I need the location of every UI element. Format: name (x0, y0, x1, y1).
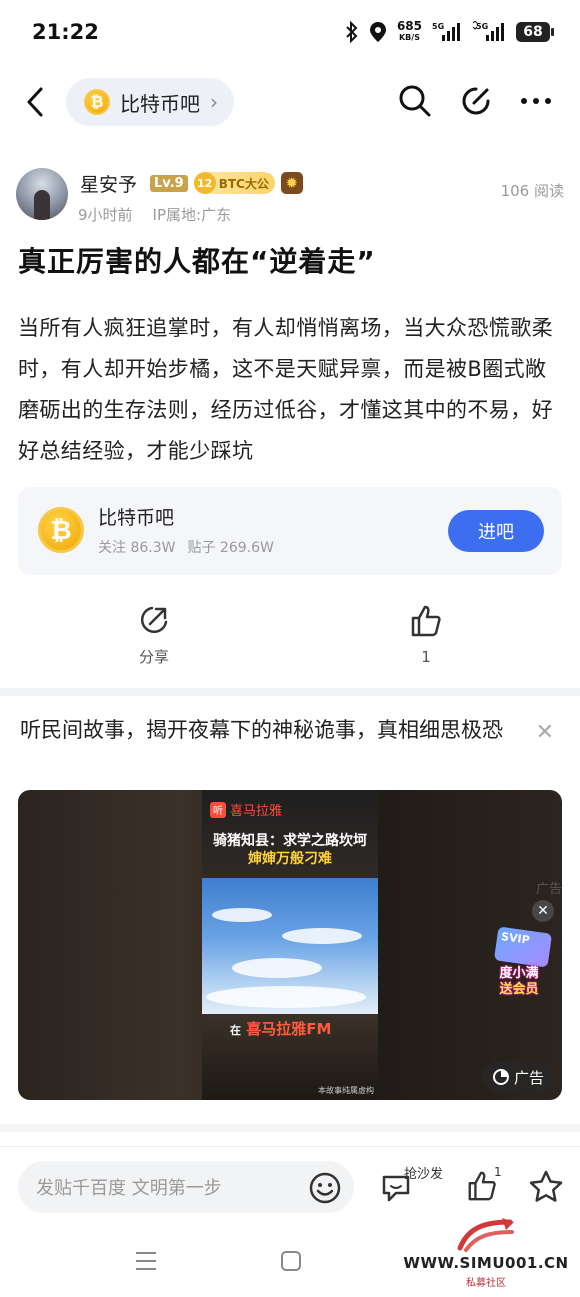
signal-icon: 5G (432, 22, 460, 41)
ad-fm-prefix: 在 (230, 1024, 241, 1037)
svip-line2: 送会员 (499, 982, 539, 997)
enter-forum-button[interactable]: 进吧 (448, 510, 544, 552)
section-divider (0, 688, 580, 696)
cloud (206, 986, 366, 1008)
nav-actions (398, 84, 552, 118)
sofa-label: 抢沙发 (404, 1167, 444, 1182)
forum-followers: 关注 86.3W (98, 540, 176, 556)
bitcoin-icon: ₿ (84, 89, 110, 115)
badge-number: 12 (193, 172, 216, 194)
avatar[interactable] (16, 168, 68, 220)
ad-title[interactable]: 听民间故事，揭开夜幕下的神秘诡事，真相细思极恐 (20, 714, 520, 747)
home-icon[interactable] (280, 1250, 302, 1272)
comment-input[interactable]: 发贴千百度 文明第一步 (18, 1161, 354, 1213)
btc-title-badge: 12 BTC大公 (193, 172, 275, 194)
level-badge: Lv.9 (150, 174, 188, 192)
post-meta: 9小时前 IP属地:广东 (78, 204, 231, 225)
share-label: 分享 (138, 648, 169, 666)
post-time: 9小时前 (78, 206, 133, 224)
author-badges: Lv.9 12 BTC大公 ✹ (150, 172, 303, 194)
cloud (212, 908, 272, 922)
net-speed-unit: KB/S (398, 33, 420, 42)
forum-chip-name: 比特币吧 (120, 91, 200, 116)
watermark: WWW.SIMU001.CN 私募社区 (400, 1218, 572, 1290)
back-button[interactable] (20, 82, 50, 122)
ad-disclaimer: 本故事纯属虚构 (318, 1086, 374, 1095)
chevron-right-icon: › (210, 90, 218, 114)
bluetooth-icon (346, 21, 358, 43)
ad-side-tag: 广告 (535, 882, 562, 897)
svip-promo[interactable]: SVIP 度小满 送会员 (488, 926, 553, 997)
cloud (282, 928, 362, 944)
forum-card-name: 比特币吧 (98, 507, 175, 529)
ad-sky-image (202, 878, 378, 1014)
ad-lower-frame: 在 喜马拉雅FM 本故事纯属虚构 (202, 1014, 378, 1100)
bottom-bar: 发贴千百度 文明第一步 抢沙发 1 (0, 1146, 580, 1226)
forum-card[interactable]: ₿ 比特币吧 关注 86.3W 贴子 269.6W 进吧 (18, 487, 562, 575)
ad-fm-name: 喜马拉雅FM (246, 1020, 332, 1038)
view-count: 106 阅读 (500, 182, 564, 200)
emoji-icon[interactable] (308, 1171, 342, 1205)
badge-text: BTC大公 (218, 176, 269, 191)
bottom-like-count: 1 (494, 1165, 502, 1179)
svg-text:5G: 5G (476, 22, 488, 31)
watermark-url: WWW.SIMU001.CN (403, 1254, 569, 1272)
ad-close-icon[interactable]: ✕ (532, 900, 554, 922)
ad-subheadline: 婶婶万般刁难 (248, 851, 332, 867)
forum-posts: 贴子 269.6W (187, 540, 274, 556)
forum-card-stats: 关注 86.3W 贴子 269.6W (98, 537, 274, 557)
watermark-subtitle: 私募社区 (466, 1278, 506, 1289)
edit-icon[interactable] (460, 85, 492, 117)
share-icon (140, 606, 168, 634)
share-button[interactable]: 分享 (114, 604, 194, 667)
ad-brand-icon (492, 1069, 509, 1085)
author-row: 星安予 Lv.9 12 BTC大公 ✹ 9小时前 IP属地:广东 106 阅读 (16, 168, 564, 226)
author-name[interactable]: 星安予 (80, 170, 137, 197)
ad-label: 广告 (481, 1062, 554, 1092)
ad-header: 听 喜马拉雅 骑猪知县：求学之路坎坷 婶婶万般刁难 (202, 790, 378, 880)
location-icon (369, 22, 386, 42)
battery-indicator: 68 (516, 22, 554, 42)
ad-headline: 骑猪知县：求学之路坎坷 (213, 833, 367, 849)
gear-icon: ✹ (280, 172, 303, 194)
section-divider (0, 1124, 580, 1132)
signal-icon-2: 5G (472, 21, 504, 41)
ad-brand: 听 喜马拉雅 (210, 800, 282, 819)
status-time: 21:22 (32, 20, 99, 44)
brand-logo-icon: 听 (210, 801, 226, 818)
ad-video-frame: 听 喜马拉雅 骑猪知县：求学之路坎坷 婶婶万般刁难 在 喜马拉雅FM 本故事纯属… (202, 790, 378, 1100)
svg-text:5G: 5G (432, 22, 444, 31)
more-icon[interactable] (520, 96, 552, 106)
menu-icon[interactable] (134, 1250, 158, 1272)
nav-bar: ₿ 比特币吧 › (0, 72, 580, 132)
back-arrow-icon (27, 87, 43, 117)
ip-location: IP属地:广东 (152, 206, 232, 224)
watermark-logo-icon (457, 1218, 514, 1252)
ad-label-text: 广告 (513, 1068, 544, 1087)
thumbs-up-icon (411, 605, 441, 637)
net-speed-value: 685 (396, 19, 422, 33)
forum-chip[interactable]: ₿ 比特币吧 › (66, 78, 234, 126)
post-body: 当所有人疯狂追掌时，有人却悄悄离场，当大众恐慌歌柔时，有人却开始步橘，这不是天赋… (18, 316, 553, 463)
close-icon[interactable]: ✕ (536, 720, 554, 745)
ad-media[interactable]: 听 喜马拉雅 骑猪知县：求学之路坎坷 婶婶万般刁难 在 喜马拉雅FM 本故事纯属… (18, 790, 562, 1100)
status-icons: 685 KB/S 5G 5G 68 (345, 20, 554, 44)
ad-fm-text: 在 喜马拉雅FM (230, 1018, 331, 1039)
net-speed: 685 KB/S (397, 20, 422, 44)
cloud (232, 958, 322, 978)
like-button[interactable]: 1 (386, 604, 466, 666)
like-count: 1 (421, 648, 431, 666)
status-bar: 21:22 685 KB/S 5G 5G 68 (0, 0, 580, 70)
search-icon[interactable] (398, 84, 432, 118)
ad-brand-name: 喜马拉雅 (230, 804, 283, 819)
bitcoin-icon: ₿ (38, 507, 84, 553)
star-icon[interactable] (528, 1169, 564, 1203)
post-title: 真正厉害的人都在“逆着走” (18, 245, 376, 278)
